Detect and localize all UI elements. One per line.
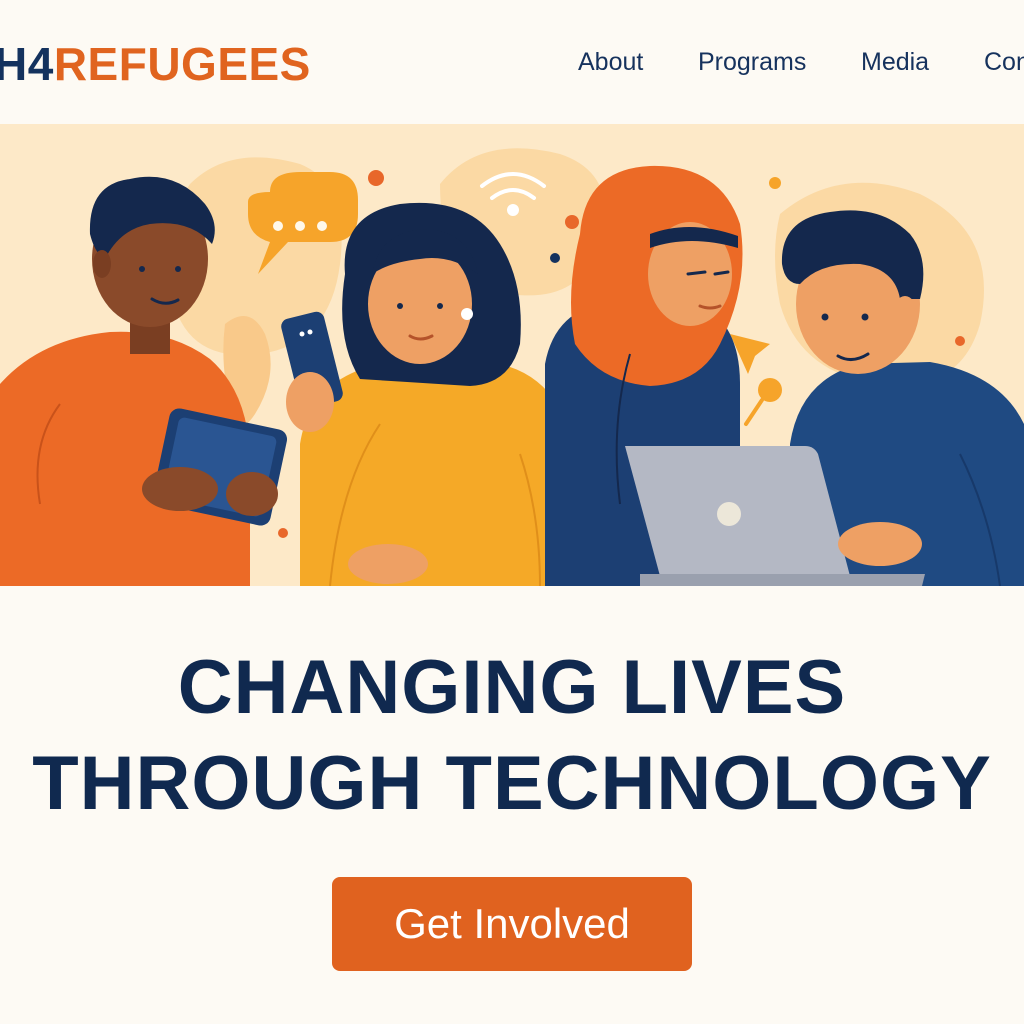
location-pin-icon — [744, 378, 782, 426]
page: H4REFUGEES About Programs Media Con CHAN… — [0, 0, 1024, 1024]
nav-link-contact[interactable]: Con — [984, 44, 1024, 80]
nav-link-programs[interactable]: Programs — [698, 44, 806, 80]
logo-text-main: REFUGEES — [53, 38, 311, 90]
hero-headline: CHANGING LIVES THROUGH TECHNOLOGY — [0, 640, 1024, 832]
people-with-devices-illustration — [0, 148, 1024, 586]
get-involved-button[interactable]: Get Involved — [332, 877, 692, 971]
site-header: H4REFUGEES About Programs Media Con — [0, 0, 1024, 124]
logo-text-prefix: H4 — [0, 38, 54, 90]
headline-line-2: THROUGH TECHNOLOGY — [32, 741, 992, 826]
hero-illustration — [0, 124, 1024, 586]
headline-line-1: CHANGING LIVES — [177, 645, 847, 730]
site-logo[interactable]: H4REFUGEES — [0, 36, 311, 92]
nav-link-media[interactable]: Media — [861, 44, 929, 80]
nav-link-about[interactable]: About — [578, 44, 643, 80]
